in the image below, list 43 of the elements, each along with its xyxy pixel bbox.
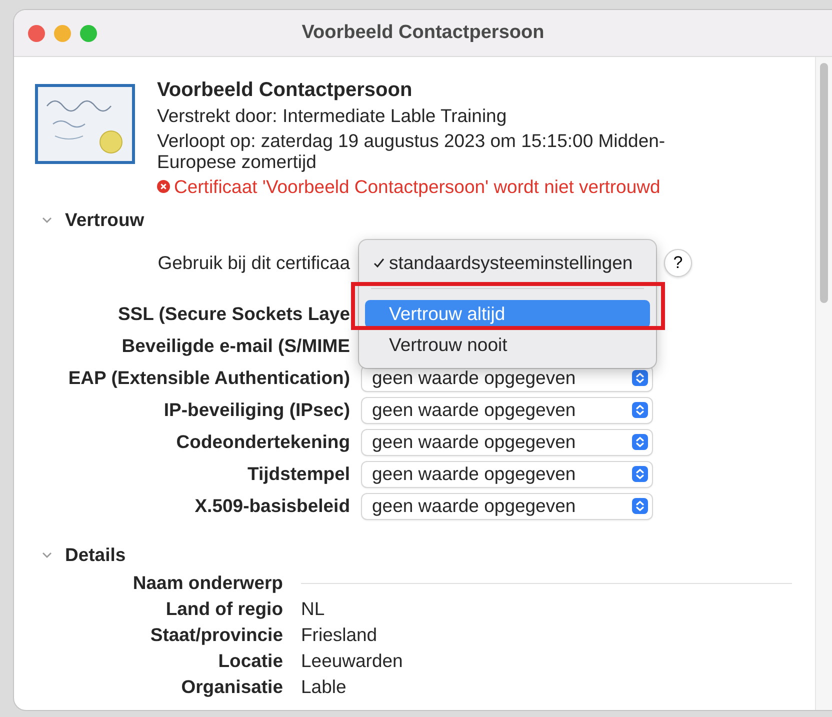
detail-label: Land of regio bbox=[164, 598, 283, 620]
certificate-name: Voorbeeld Contactpersoon bbox=[157, 80, 414, 101]
trust-popup[interactable]: geen waarde opgegeven bbox=[362, 398, 652, 422]
stepper-icon bbox=[632, 498, 648, 514]
field-label: X.509-basisbeleid bbox=[194, 495, 350, 517]
field-label: IP-beveiliging (IPsec) bbox=[162, 399, 350, 421]
detail-value: NL bbox=[301, 598, 326, 620]
issuer-text: Verstrekt door: Intermediate Lable Training bbox=[157, 105, 508, 126]
trust-popup[interactable]: geen waarde opgegeven bbox=[362, 462, 652, 486]
zoom-button[interactable] bbox=[80, 24, 97, 42]
stepper-icon bbox=[632, 466, 648, 482]
error-icon bbox=[157, 180, 170, 193]
window-title: Voorbeeld Contactpersoon bbox=[302, 22, 544, 43]
stepper-icon bbox=[632, 370, 648, 386]
scrollbar[interactable] bbox=[815, 57, 832, 710]
section-title: Vertrouw bbox=[65, 209, 144, 231]
detail-label: Organisatie bbox=[180, 676, 283, 698]
stepper-icon bbox=[632, 402, 648, 418]
menu-item[interactable]: standaardsysteeminstellingen bbox=[365, 249, 650, 277]
help-button[interactable]: ? bbox=[664, 249, 692, 277]
minimize-button[interactable] bbox=[54, 24, 71, 42]
detail-value: Lable bbox=[301, 676, 348, 698]
trust-popup[interactable]: geen waarde opgegeven bbox=[362, 494, 652, 518]
trust-popup[interactable]: geen waarde opgegeven bbox=[362, 430, 652, 454]
warning-text: Certificaat 'Voorbeeld Contactpersoon' wordt niet vertrouwd bbox=[174, 176, 660, 197]
field-label: Beveiligde e-mail (S/MIME bbox=[120, 335, 350, 357]
field-label: Gebruik bij dit certificaa bbox=[156, 252, 350, 274]
scrollbar-thumb[interactable] bbox=[820, 63, 828, 303]
menu-item[interactable]: Vertrouw nooit bbox=[365, 331, 650, 359]
detail-label: Locatie bbox=[217, 650, 283, 672]
stepper-icon bbox=[632, 434, 648, 450]
field-label: SSL (Secure Sockets Laye bbox=[116, 303, 350, 325]
field-label: Tijdstempel bbox=[246, 463, 350, 485]
section-title: Details bbox=[65, 544, 126, 566]
expiry-text: Verloopt op: zaterdag 19 augustus 2023 om 15:15:00 Midden-Europese zomertijd bbox=[157, 130, 666, 172]
field-label: EAP (Extensible Authentication) bbox=[67, 367, 350, 389]
detail-heading: Naam onderwerp bbox=[132, 572, 283, 594]
detail-value: Friesland bbox=[301, 624, 378, 646]
detail-label: Staat/provincie bbox=[149, 624, 283, 646]
close-button[interactable] bbox=[28, 24, 45, 42]
field-label: Codeondertekening bbox=[175, 431, 350, 453]
detail-value: Leeuwarden bbox=[301, 650, 404, 672]
certificate-icon bbox=[35, 84, 135, 164]
